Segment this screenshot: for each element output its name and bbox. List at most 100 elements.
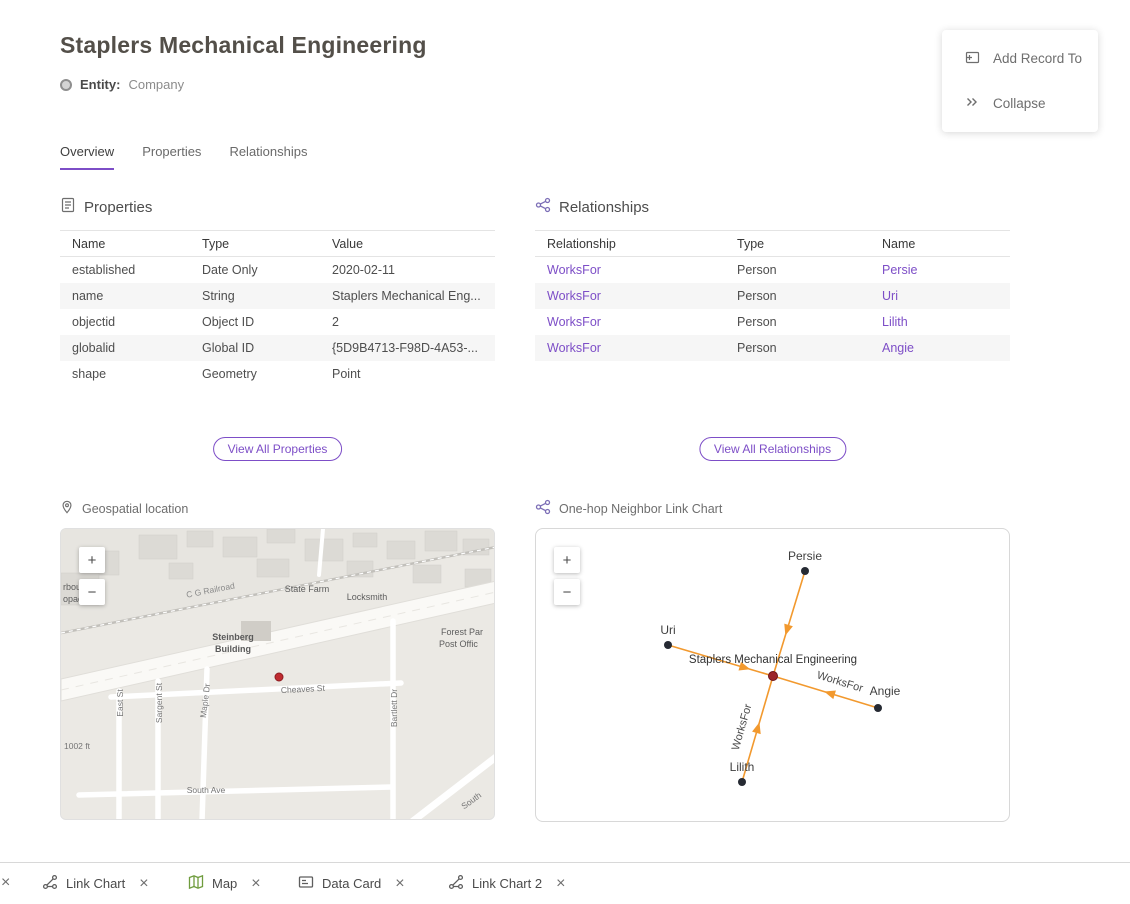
map-label: Post Offic	[439, 639, 478, 649]
relationship-link[interactable]: WorksFor	[547, 341, 601, 355]
bottom-tab-link-chart[interactable]: Link Chart ×	[42, 863, 149, 904]
entity-row: Entity: Company	[60, 77, 184, 92]
geospatial-location-label: Geospatial location	[82, 502, 188, 516]
relationship-link[interactable]: WorksFor	[547, 263, 601, 277]
column-header: Value	[320, 231, 495, 257]
zoom-in-button[interactable]: +	[554, 547, 580, 573]
bottom-tab-bar: × Link Chart × Map ×	[0, 862, 1130, 903]
table-row: established Date Only 2020-02-11	[60, 257, 495, 283]
link-chart-icon	[535, 499, 551, 518]
map-icon	[188, 874, 204, 893]
chart-zoom-controls: + −	[554, 547, 580, 605]
edge-label: WorksFor	[730, 702, 755, 751]
add-record-icon	[964, 49, 980, 68]
prop-name: shape	[60, 361, 190, 387]
related-entity-link[interactable]: Persie	[882, 263, 917, 277]
node-center-company[interactable]	[769, 672, 778, 681]
close-icon[interactable]: ×	[251, 876, 260, 892]
bottom-tab-data-card[interactable]: Data Card ×	[298, 863, 405, 904]
node-angie[interactable]	[874, 704, 882, 712]
close-icon[interactable]: ×	[395, 876, 404, 892]
prop-name: globalid	[60, 335, 190, 361]
table-row: WorksFor Person Persie	[535, 257, 1010, 283]
close-icon[interactable]: ×	[556, 876, 565, 892]
zoom-out-button[interactable]: −	[554, 579, 580, 605]
map-pin-icon	[60, 499, 74, 518]
table-row: name String Staplers Mechanical Eng...	[60, 283, 495, 309]
map-scale-label: 1002 ft	[64, 741, 91, 751]
table-row: shape Geometry Point	[60, 361, 495, 387]
node-label: Lilith	[730, 760, 755, 774]
page-title: Staplers Mechanical Engineering	[60, 32, 427, 59]
menu-item-label: Add Record To	[993, 51, 1082, 66]
node-uri[interactable]	[664, 641, 672, 649]
prop-type: Object ID	[190, 309, 320, 335]
related-entity-link[interactable]: Uri	[882, 289, 898, 303]
tab-overview[interactable]: Overview	[60, 144, 114, 170]
node-label: Uri	[660, 623, 675, 637]
zoom-out-button[interactable]: −	[79, 579, 105, 605]
collapse-icon	[964, 94, 980, 113]
map-label: State Farm	[285, 584, 330, 594]
link-chart-view[interactable]: + − WorksFor WorksFor Persie	[535, 528, 1010, 822]
map-label: Forest Par	[441, 627, 483, 637]
map-location-marker	[275, 673, 283, 681]
relationship-link[interactable]: WorksFor	[547, 315, 601, 329]
menu-item-add-record-to[interactable]: Add Record To	[942, 36, 1098, 81]
map-zoom-controls: + −	[79, 547, 105, 605]
close-icon[interactable]: ×	[139, 876, 148, 892]
relationships-heading: Relationships	[559, 199, 649, 216]
node-lilith[interactable]	[738, 778, 746, 786]
menu-item-label: Collapse	[993, 96, 1046, 111]
bottom-tab-label: Link Chart	[66, 876, 125, 891]
node-label: Persie	[788, 549, 822, 563]
prop-type: Date Only	[190, 257, 320, 283]
link-chart-canvas: WorksFor WorksFor Persie Uri Angie Lilit…	[536, 529, 1010, 822]
map-canvas: rbour opaedics C G Railroad State Farm L…	[61, 529, 495, 820]
tab-relationships[interactable]: Relationships	[229, 144, 307, 170]
properties-icon	[60, 197, 76, 217]
table-row: WorksFor Person Angie	[535, 335, 1010, 361]
bottom-tab-label: Data Card	[322, 876, 381, 891]
map-label: East St	[115, 689, 125, 717]
relationships-section: Relationships Relationship Type Name Wor…	[535, 196, 1010, 476]
card-tabs: Overview Properties Relationships	[60, 144, 307, 170]
prop-type: Geometry	[190, 361, 320, 387]
tab-properties[interactable]: Properties	[142, 144, 201, 170]
table-row: objectid Object ID 2	[60, 309, 495, 335]
properties-heading: Properties	[84, 199, 152, 216]
table-row: globalid Global ID {5D9B4713-F98D-4A53-.…	[60, 335, 495, 361]
data-card-page: Staplers Mechanical Engineering Entity: …	[0, 0, 1130, 903]
related-entity-link[interactable]: Lilith	[882, 315, 908, 329]
node-persie[interactable]	[801, 567, 809, 575]
related-entity-link[interactable]: Angie	[882, 341, 914, 355]
column-header: Relationship	[535, 231, 725, 257]
center-node-label: Staplers Mechanical Engineering	[689, 654, 857, 666]
zoom-in-button[interactable]: +	[79, 547, 105, 573]
bottom-tab-link-chart-2[interactable]: Link Chart 2 ×	[448, 863, 565, 904]
bottom-tab-map[interactable]: Map ×	[188, 863, 261, 904]
link-chart-heading: One-hop Neighbor Link Chart	[559, 502, 722, 516]
menu-item-collapse[interactable]: Collapse	[942, 81, 1098, 126]
column-header: Type	[725, 231, 870, 257]
table-row: WorksFor Person Uri	[535, 283, 1010, 309]
column-header: Name	[870, 231, 1010, 257]
entity-type: Company	[128, 77, 184, 92]
rel-type: Person	[725, 309, 870, 335]
prop-type: Global ID	[190, 335, 320, 361]
table-header-row: Name Type Value	[60, 231, 495, 257]
map-view[interactable]: + −	[60, 528, 495, 820]
view-all-properties-button[interactable]: View All Properties	[213, 437, 343, 461]
relationship-link[interactable]: WorksFor	[547, 289, 601, 303]
view-all-relationships-button[interactable]: View All Relationships	[699, 437, 846, 461]
data-card-icon	[298, 874, 314, 893]
relationships-table: Relationship Type Name WorksFor Person P…	[535, 230, 1010, 361]
prop-value: 2020-02-11	[320, 257, 495, 283]
map-label: Building	[215, 644, 251, 654]
prop-name: name	[60, 283, 190, 309]
node-label: Angie	[870, 684, 901, 698]
close-icon[interactable]: ×	[1, 875, 10, 891]
column-header: Type	[190, 231, 320, 257]
entity-label: Entity:	[80, 77, 120, 92]
link-chart-icon	[42, 874, 58, 893]
